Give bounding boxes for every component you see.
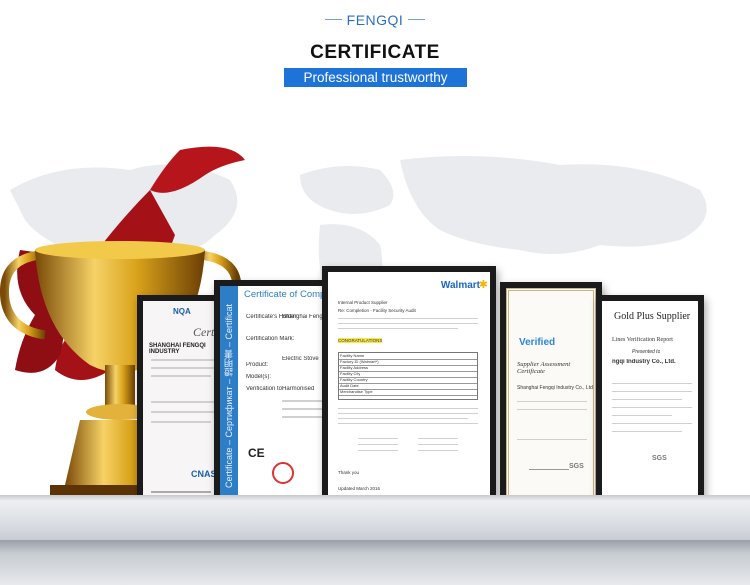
text-line — [338, 323, 478, 324]
holder-value: Shanghai Feng — [282, 314, 323, 320]
text-line — [418, 444, 458, 445]
text-line — [517, 439, 587, 440]
text-line — [612, 423, 692, 424]
sgs-seal: SGS — [652, 455, 667, 462]
field-label-verification: Verification to: — [246, 386, 284, 392]
nqa-badge: NQA — [173, 307, 191, 316]
brand-name: FENGQI — [346, 12, 404, 28]
text-line — [612, 431, 682, 432]
field-label-product: Product: — [246, 362, 269, 368]
report-subtitle: Lines Verification Report — [612, 337, 673, 343]
certificate-walmart-audit: Walmart ✱ Internal Product Supplier Re: … — [322, 266, 496, 520]
certificate-seal — [272, 462, 294, 484]
certificate-side-strip: Certificate – Сертификат – 證明書 – Certifi… — [220, 286, 238, 506]
letter-header-2: Re: Completion - Facility Security Audit — [338, 308, 416, 313]
text-line — [151, 411, 217, 413]
certificate-heading: Gold Plus Supplier — [614, 311, 691, 322]
table-row — [339, 395, 477, 396]
table-cell: Audit Date — [340, 383, 359, 388]
text-line — [517, 401, 587, 402]
text-line — [338, 408, 478, 409]
text-line — [612, 383, 692, 384]
text-line — [338, 413, 478, 414]
text-line — [282, 400, 322, 402]
brand-header: FENGQI — [0, 10, 750, 30]
text-line — [358, 438, 398, 439]
cnas-logo: CNAS — [191, 469, 217, 479]
strip-text: Certificate – Сертификат – 證明書 – Certifi… — [224, 304, 234, 488]
table-cell: Factory ID (Walmart*) — [340, 359, 379, 364]
ce-mark: CE — [248, 446, 265, 460]
table-cell: Facility Address — [340, 365, 369, 370]
text-line — [151, 421, 211, 423]
table-cell: Facility City — [340, 371, 361, 376]
sgs-seal: SGS — [569, 463, 584, 470]
walmart-logo: Walmart — [440, 280, 480, 291]
brand-divider-right — [408, 19, 425, 20]
company-name: Shanghai Fengqi Industry Co., Ltd. — [517, 385, 595, 391]
text-line — [151, 401, 221, 403]
shelf-shadow — [0, 495, 750, 501]
text-line — [517, 409, 587, 410]
text-line — [338, 423, 478, 424]
signature-line — [151, 491, 211, 493]
field-label-mark: Certification Mark: — [246, 336, 295, 342]
text-line — [151, 359, 215, 361]
table-row — [339, 383, 477, 384]
text-line — [282, 416, 322, 418]
letter-footer-2: Updated March 2016 — [338, 486, 381, 491]
text-line — [612, 415, 672, 416]
text-line — [418, 438, 458, 439]
certificate-ce: Certificate – Сертификат – 證明書 – Certifi… — [214, 280, 332, 512]
page-title: CERTIFICATE — [310, 42, 440, 63]
text-line — [358, 444, 398, 445]
table-cell: Facility Name — [340, 353, 365, 358]
text-line — [612, 399, 682, 400]
highlight-text: CONGRATULATIONS — [338, 338, 383, 343]
brand-divider-left — [325, 19, 342, 20]
text-line — [338, 318, 478, 319]
signature-line — [529, 469, 569, 470]
certificate-verified-supplier: Verified Supplier Assessment Certificate… — [500, 282, 602, 512]
table-cell: Facility Country — [340, 377, 368, 382]
certificate-heading: Supplier Assessment Certificate — [517, 361, 571, 375]
text-line — [151, 375, 211, 377]
company-name: SHANGHAI FENGQI INDUSTRY — [149, 343, 206, 355]
standard-value: Harmonised — [282, 386, 315, 392]
text-line — [358, 450, 398, 451]
verified-logo: Verified — [519, 337, 556, 348]
field-label-models: Model(s): — [246, 374, 272, 380]
text-line — [612, 391, 692, 392]
shelf-edge — [0, 540, 750, 585]
facility-table: Facility Name Factory ID (Walmart*) Faci… — [338, 352, 478, 400]
subtitle-banner: Professional trustworthy — [284, 68, 467, 87]
walmart-spark-icon: ✱ — [478, 279, 488, 291]
company-name: ngqi Industry Co., Ltd. — [612, 359, 676, 365]
text-line — [151, 367, 221, 369]
text-line — [612, 407, 692, 408]
text-line — [282, 408, 322, 410]
table-cell: Merchandise Type — [340, 389, 373, 394]
letter-footer-1: Thank you — [338, 470, 360, 475]
display-shelf — [0, 495, 750, 540]
text-line — [338, 418, 468, 419]
letter-header-1: Internal Product Supplier — [338, 300, 388, 305]
product-value: Electric Stove — [282, 356, 319, 362]
text-line — [338, 328, 458, 329]
text-line — [418, 450, 458, 451]
certificate-heading: Certificate of Compl — [244, 289, 326, 300]
certificate-gold-plus: Gold Plus Supplier Lines Verification Re… — [596, 295, 704, 512]
presented-label: Presented to — [632, 349, 661, 355]
